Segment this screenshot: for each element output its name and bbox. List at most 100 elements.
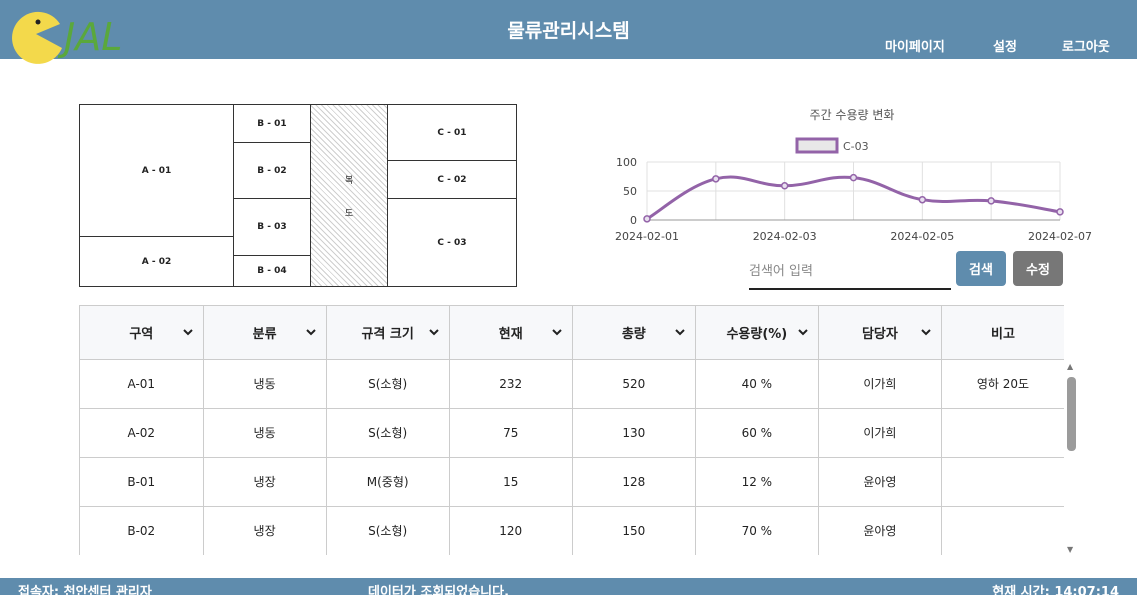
table-cell: 냉동 xyxy=(203,359,327,409)
table-cell: 130 xyxy=(572,408,696,458)
zone-b02[interactable]: B - 02 xyxy=(233,142,311,199)
table-row[interactable]: A-02 냉동 S(소형) 75 130 60 % 이가희 xyxy=(80,408,1064,458)
table-cell: 70 % xyxy=(695,506,819,555)
table-cell: 영하 20도 xyxy=(941,359,1064,409)
chevron-down-icon[interactable] xyxy=(921,326,931,339)
zone-c03[interactable]: C - 03 xyxy=(387,198,517,287)
column-header-label: 비고 xyxy=(991,326,1015,342)
table-cell: 윤아영 xyxy=(818,457,942,507)
zone-label: C - 03 xyxy=(437,237,467,248)
app-header: JAL 물류관리시스템 마이페이지 설정 로그아웃 xyxy=(0,0,1137,64)
column-header[interactable]: 비고 xyxy=(941,306,1064,360)
table-scrollbar[interactable]: ▲ ▼ xyxy=(1066,362,1078,554)
current-time: 현재 시간: 14:07:14 xyxy=(992,585,1119,600)
zone-a01[interactable]: A - 01 xyxy=(79,104,234,237)
column-header[interactable]: 수용량(%) xyxy=(695,306,819,360)
table-cell: 75 xyxy=(449,408,573,458)
zone-b03[interactable]: B - 03 xyxy=(233,198,311,256)
data-point xyxy=(918,195,927,204)
legend-swatch xyxy=(795,137,839,154)
table-cell: 냉장 xyxy=(203,457,327,507)
data-point xyxy=(849,173,858,182)
column-header[interactable]: 규격 크기 xyxy=(326,306,450,360)
column-header[interactable]: 구역 xyxy=(80,306,204,360)
x-tick-label: 2024-02-01 xyxy=(615,230,679,243)
nav-settings[interactable]: 설정 xyxy=(993,36,1017,55)
chevron-down-icon[interactable] xyxy=(675,326,685,339)
chevron-down-icon[interactable] xyxy=(182,326,193,339)
zone-label: B - 03 xyxy=(257,222,287,232)
table-cell: S(소형) xyxy=(326,408,450,458)
search-button[interactable]: 검색 xyxy=(956,251,1006,286)
zone-label: A - 01 xyxy=(141,165,172,176)
zone-b04[interactable]: B - 04 xyxy=(233,255,311,287)
inventory-table: 구역 분류 규격 크기 현재 총량 수용량(%) 담당자 비고 A-01 냉동 S(소형) 232 5… xyxy=(79,305,1064,555)
data-point xyxy=(643,215,651,223)
table-row[interactable]: B-02 냉장 S(소형) 120 150 70 % 윤아영 xyxy=(80,506,1064,555)
data-point xyxy=(780,182,789,190)
column-header-label: 구역 xyxy=(129,326,154,342)
column-header-label: 규격 크기 xyxy=(361,326,414,342)
user-status: 접속자: 천안센터 관리자 xyxy=(18,585,152,600)
hallway-label: 도 xyxy=(344,208,354,219)
x-tick-label: 2024-02-05 xyxy=(890,230,954,243)
zone-c01[interactable]: C - 01 xyxy=(387,104,517,161)
zone-c02[interactable]: C - 02 xyxy=(387,160,517,199)
table-cell: A-01 xyxy=(80,359,204,409)
zone-label: C - 02 xyxy=(437,174,467,185)
table-cell: 냉동 xyxy=(203,408,327,458)
zone-label: C - 01 xyxy=(437,127,467,138)
chevron-down-icon[interactable] xyxy=(798,326,808,339)
table-cell: 40 % xyxy=(695,359,819,409)
search-input[interactable] xyxy=(749,254,951,290)
zone-label: A - 02 xyxy=(141,256,172,267)
nav-mypage[interactable]: 마이페이지 xyxy=(885,36,945,55)
zone-a02[interactable]: A - 02 xyxy=(79,236,234,287)
page-title: 물류관리시스템 xyxy=(507,20,630,42)
table-cell: M(중형) xyxy=(326,457,450,507)
table-row[interactable]: A-01 냉동 S(소형) 232 520 40 % 이가희 영하 20도 xyxy=(80,359,1064,409)
table-cell: S(소형) xyxy=(326,359,450,409)
edit-button[interactable]: 수정 xyxy=(1013,251,1063,286)
table-cell: 120 xyxy=(449,506,573,555)
nav-logout[interactable]: 로그아웃 xyxy=(1062,36,1110,55)
zone-label: B - 02 xyxy=(257,165,287,176)
column-header-label: 총량 xyxy=(621,326,646,342)
zone-label: B - 01 xyxy=(257,118,287,129)
y-tick-label: 0 xyxy=(630,214,637,227)
data-point xyxy=(712,175,720,183)
table-row[interactable]: B-01 냉장 M(중형) 15 128 12 % 윤아영 xyxy=(80,457,1064,507)
column-header[interactable]: 분류 xyxy=(203,306,327,360)
column-header[interactable]: 총량 xyxy=(572,306,696,360)
scroll-down-icon[interactable]: ▼ xyxy=(1067,545,1073,554)
table-header-row: 구역 분류 규격 크기 현재 총량 수용량(%) 담당자 비고 xyxy=(80,306,1064,360)
chart-svg: 0 50 100 2024-02-01 2024-02-03 2024-02-05 2024… xyxy=(615,137,1092,243)
column-header[interactable]: 담당자 xyxy=(818,306,942,360)
chevron-down-icon[interactable] xyxy=(552,326,562,339)
chevron-down-icon[interactable] xyxy=(428,326,439,339)
table-cell: A-02 xyxy=(80,408,204,458)
hallway-label: 복 xyxy=(344,175,354,186)
table-cell: 150 xyxy=(572,506,696,555)
status-bar: 접속자: 천안센터 관리자 데이터가 조회되었습니다. 현재 시간: 14:07… xyxy=(0,578,1137,600)
table-cell: 윤아영 xyxy=(818,506,942,555)
table-cell xyxy=(941,408,1064,458)
scroll-up-icon[interactable]: ▲ xyxy=(1067,362,1073,371)
table-cell xyxy=(941,506,1064,555)
zone-b01[interactable]: B - 01 xyxy=(233,104,311,143)
column-header[interactable]: 현재 xyxy=(449,306,573,360)
y-tick-label: 100 xyxy=(616,156,637,169)
column-header-label: 수용량(%) xyxy=(726,326,788,342)
table-cell: B-02 xyxy=(80,506,204,555)
status-message: 데이터가 조회되었습니다. xyxy=(368,585,510,600)
table-cell: 520 xyxy=(572,359,696,409)
table-cell: 냉장 xyxy=(203,506,327,555)
capacity-chart: 주간 수용량 변화 0 50 100 2024-02-01 2024-02-03 2024… xyxy=(605,100,1092,250)
legend-label: C-03 xyxy=(843,140,869,153)
table-cell: S(소형) xyxy=(326,506,450,555)
table-cell: 12 % xyxy=(695,457,819,507)
data-point xyxy=(987,197,995,205)
chevron-down-icon[interactable] xyxy=(305,326,316,339)
scroll-thumb[interactable] xyxy=(1067,377,1076,451)
table-cell xyxy=(941,457,1064,507)
